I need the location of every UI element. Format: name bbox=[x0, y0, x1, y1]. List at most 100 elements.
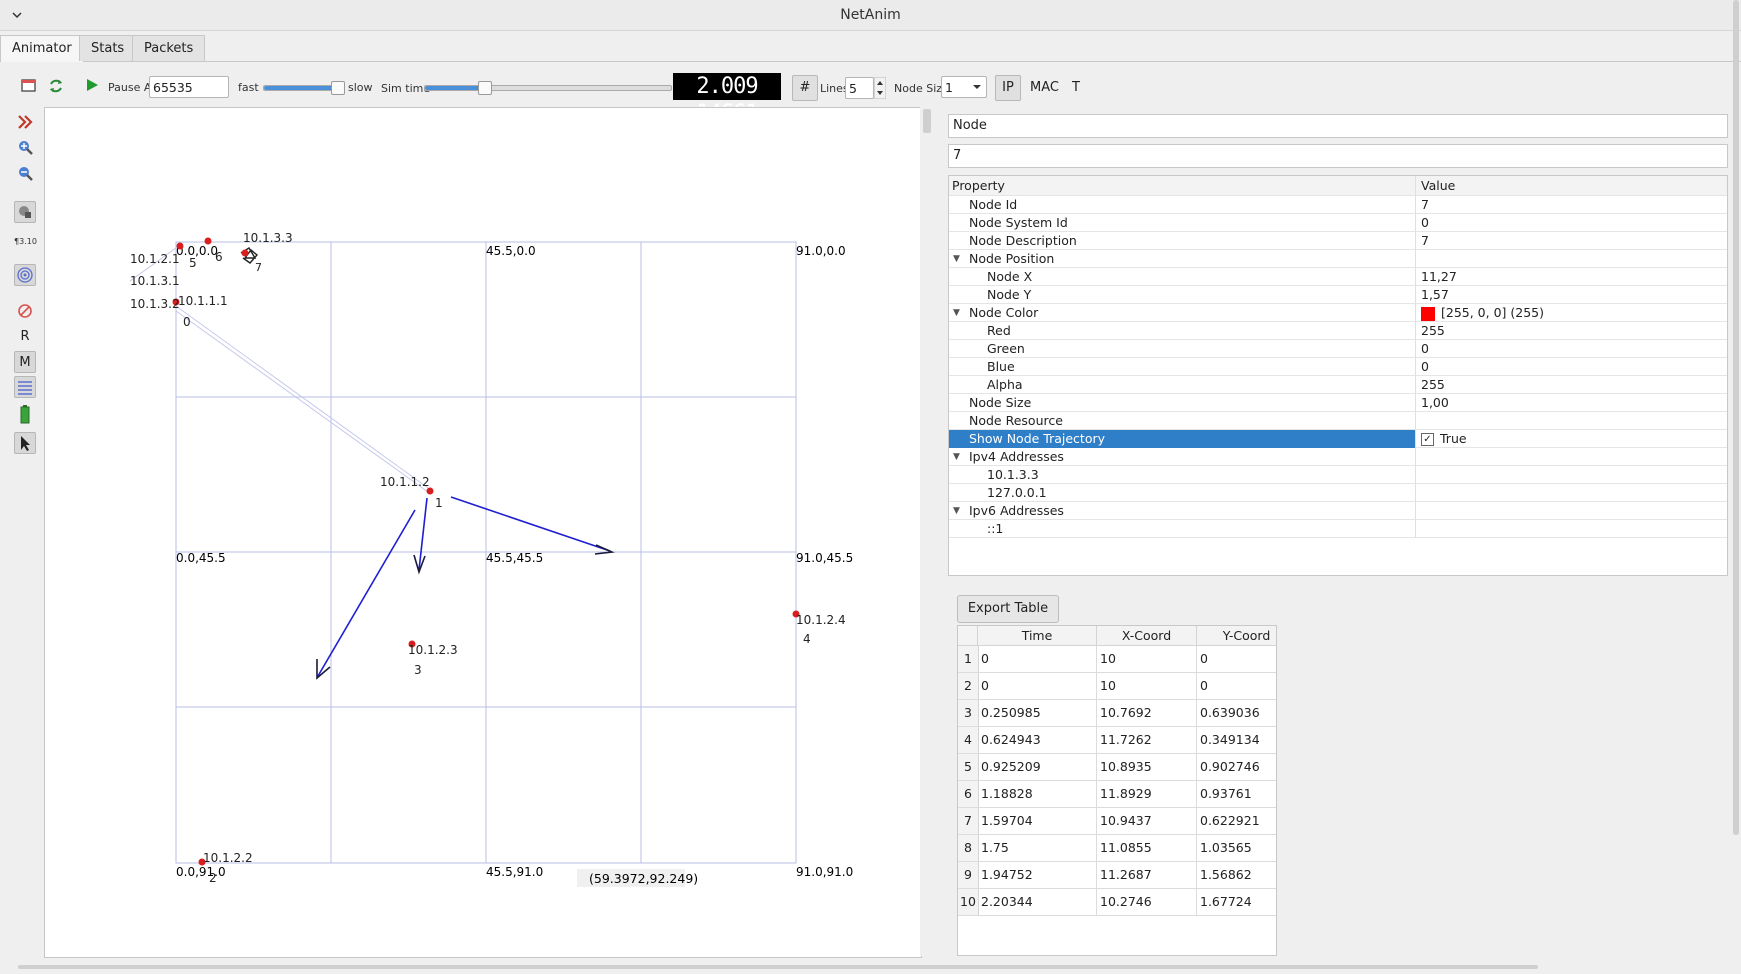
property-row[interactable]: 127.0.0.1 bbox=[949, 484, 1727, 502]
cell-y[interactable]: 0.349134 bbox=[1197, 727, 1276, 753]
property-value[interactable]: 1,57 bbox=[1421, 287, 1449, 302]
property-row[interactable]: ▼ Node Position bbox=[949, 250, 1727, 268]
pause-at-input[interactable]: 65535 bbox=[149, 76, 229, 98]
row-index[interactable]: 8 bbox=[958, 835, 979, 861]
property-value[interactable]: [255, 0, 0] (255) bbox=[1441, 305, 1544, 320]
row-index[interactable]: 3 bbox=[958, 700, 979, 726]
mobility-m-button[interactable]: M bbox=[14, 351, 36, 373]
speed-slider-handle[interactable] bbox=[331, 81, 345, 95]
cell-time[interactable]: 1.75 bbox=[978, 835, 1097, 861]
cell-time[interactable]: 1.59704 bbox=[978, 808, 1097, 834]
row-index[interactable]: 5 bbox=[958, 754, 979, 780]
zoom-in-icon[interactable] bbox=[14, 137, 36, 159]
ip-button[interactable]: IP bbox=[995, 75, 1021, 101]
table-row[interactable]: 2 0 10 0 bbox=[958, 673, 1276, 700]
property-value[interactable]: 1,00 bbox=[1421, 395, 1449, 410]
table-row[interactable]: 8 1.75 11.0855 1.03565 bbox=[958, 835, 1276, 862]
table-row[interactable]: 10 2.20344 10.2746 1.67724 bbox=[958, 889, 1276, 916]
node-id-input[interactable]: 7 bbox=[948, 144, 1728, 168]
property-value[interactable]: 0 bbox=[1421, 359, 1429, 374]
table-row[interactable]: 3 0.250985 10.7692 0.639036 bbox=[958, 700, 1276, 727]
sim-time-slider-handle[interactable] bbox=[478, 81, 492, 95]
cell-time[interactable]: 2.20344 bbox=[978, 889, 1097, 915]
wireless-circles-icon[interactable] bbox=[14, 264, 36, 286]
table-row[interactable]: 1 0 10 0 bbox=[958, 646, 1276, 673]
lines-spinner-icon[interactable] bbox=[874, 77, 886, 99]
zoom-out-icon[interactable] bbox=[14, 163, 36, 185]
tab-packets[interactable]: Packets bbox=[132, 35, 206, 61]
cell-x[interactable]: 10.8935 bbox=[1097, 754, 1197, 780]
row-index[interactable]: 10 bbox=[958, 889, 979, 915]
cell-x[interactable]: 10.2746 bbox=[1097, 889, 1197, 915]
row-index[interactable]: 2 bbox=[958, 673, 979, 699]
property-row[interactable]: 10.1.3.3 bbox=[949, 466, 1727, 484]
property-row[interactable]: Node Y 1,57 bbox=[949, 286, 1727, 304]
grid-toggle-button[interactable]: # bbox=[792, 75, 818, 101]
cell-x[interactable]: 10 bbox=[1097, 646, 1197, 672]
property-row[interactable]: Alpha 255 bbox=[949, 376, 1727, 394]
cell-x[interactable]: 11.2687 bbox=[1097, 862, 1197, 888]
cell-time[interactable]: 0 bbox=[978, 646, 1097, 672]
expand-arrow-icon[interactable]: ▼ bbox=[953, 502, 960, 520]
cell-time[interactable]: 0.624943 bbox=[978, 727, 1097, 753]
column-header-time[interactable]: Time bbox=[978, 626, 1097, 646]
property-value[interactable]: 7 bbox=[1421, 197, 1429, 212]
table-row[interactable]: 4 0.624943 11.7262 0.349134 bbox=[958, 727, 1276, 754]
property-row[interactable]: ::1 bbox=[949, 520, 1727, 538]
node-6[interactable] bbox=[204, 237, 212, 245]
expand-arrow-icon[interactable]: ▼ bbox=[953, 448, 960, 466]
property-row[interactable]: Node Id 7 bbox=[949, 196, 1727, 214]
node-7[interactable] bbox=[241, 249, 249, 257]
cell-time[interactable]: 1.94752 bbox=[978, 862, 1097, 888]
property-value[interactable]: 0 bbox=[1421, 215, 1429, 230]
color-swatch[interactable] bbox=[1421, 306, 1435, 321]
column-header-x[interactable]: X-Coord bbox=[1097, 626, 1197, 646]
horizontal-scrollbar[interactable] bbox=[18, 965, 1538, 969]
pointer-select-icon[interactable] bbox=[14, 432, 36, 454]
property-row[interactable]: Node Resource bbox=[949, 412, 1727, 430]
no-packets-icon[interactable] bbox=[14, 300, 36, 322]
row-index[interactable]: 1 bbox=[958, 646, 979, 672]
node-trajectory-icon[interactable]: ¶3.10 bbox=[14, 231, 37, 253]
t-button[interactable]: T bbox=[1072, 80, 1080, 95]
play-icon[interactable] bbox=[85, 78, 99, 92]
cell-y[interactable]: 0.622921 bbox=[1197, 808, 1276, 834]
fast-forward-icon[interactable] bbox=[14, 111, 36, 133]
lines-input[interactable]: 5 bbox=[845, 77, 874, 99]
cell-x[interactable]: 10 bbox=[1097, 673, 1197, 699]
window-vertical-scrollbar[interactable] bbox=[1733, 0, 1739, 835]
cell-y[interactable]: 0.902746 bbox=[1197, 754, 1276, 780]
export-table-button[interactable]: Export Table bbox=[957, 595, 1059, 623]
property-value[interactable]: 255 bbox=[1421, 377, 1445, 392]
cell-time[interactable]: 0.925209 bbox=[978, 754, 1097, 780]
animation-canvas[interactable]: 0.0,0.0 45.5,0.0 91.0,0.0 0.0,45.5 45.5,… bbox=[44, 107, 922, 958]
cell-y[interactable]: 1.03565 bbox=[1197, 835, 1276, 861]
canvas-vertical-scrollbar[interactable] bbox=[920, 107, 934, 956]
trajectory-table[interactable]: Time X-Coord Y-Coord 1 0 10 0 2 0 10 0 3 0.250985… bbox=[957, 625, 1277, 956]
tab-animator[interactable]: Animator bbox=[0, 35, 84, 62]
cell-y[interactable]: 0.639036 bbox=[1197, 700, 1276, 726]
trajectory-checkbox[interactable]: ✓ bbox=[1421, 433, 1434, 446]
column-header-y[interactable]: Y-Coord bbox=[1197, 626, 1276, 646]
table-row[interactable]: 5 0.925209 10.8935 0.902746 bbox=[958, 754, 1276, 781]
property-row[interactable]: Show Node Trajectory ✓ True bbox=[949, 430, 1727, 448]
mac-button[interactable]: MAC bbox=[1030, 80, 1059, 95]
expand-arrow-icon[interactable]: ▼ bbox=[953, 250, 960, 268]
topology-svg[interactable]: 0.0,0.0 45.5,0.0 91.0,0.0 0.0,45.5 45.5,… bbox=[45, 108, 921, 957]
cell-time[interactable]: 0.250985 bbox=[978, 700, 1097, 726]
background-icon[interactable] bbox=[14, 201, 36, 223]
cell-y[interactable]: 1.56862 bbox=[1197, 862, 1276, 888]
cell-y[interactable]: 0 bbox=[1197, 646, 1276, 672]
table-row[interactable]: 7 1.59704 10.9437 0.622921 bbox=[958, 808, 1276, 835]
table-row[interactable]: 6 1.18828 11.8929 0.93761 bbox=[958, 781, 1276, 808]
property-row[interactable]: ▼ Node Color [255, 0, 0] (255) bbox=[949, 304, 1727, 322]
routing-r-button[interactable]: R bbox=[14, 326, 36, 348]
row-index[interactable]: 7 bbox=[958, 808, 979, 834]
cell-time[interactable]: 0 bbox=[978, 673, 1097, 699]
property-row[interactable]: Red 255 bbox=[949, 322, 1727, 340]
cell-x[interactable]: 10.7692 bbox=[1097, 700, 1197, 726]
property-value[interactable]: True bbox=[1440, 431, 1467, 446]
property-row[interactable]: Node System Id 0 bbox=[949, 214, 1727, 232]
property-table[interactable]: Property Value Node Id 7 Node System Id 0 No… bbox=[948, 175, 1728, 576]
property-row[interactable]: ▼ Ipv4 Addresses bbox=[949, 448, 1727, 466]
